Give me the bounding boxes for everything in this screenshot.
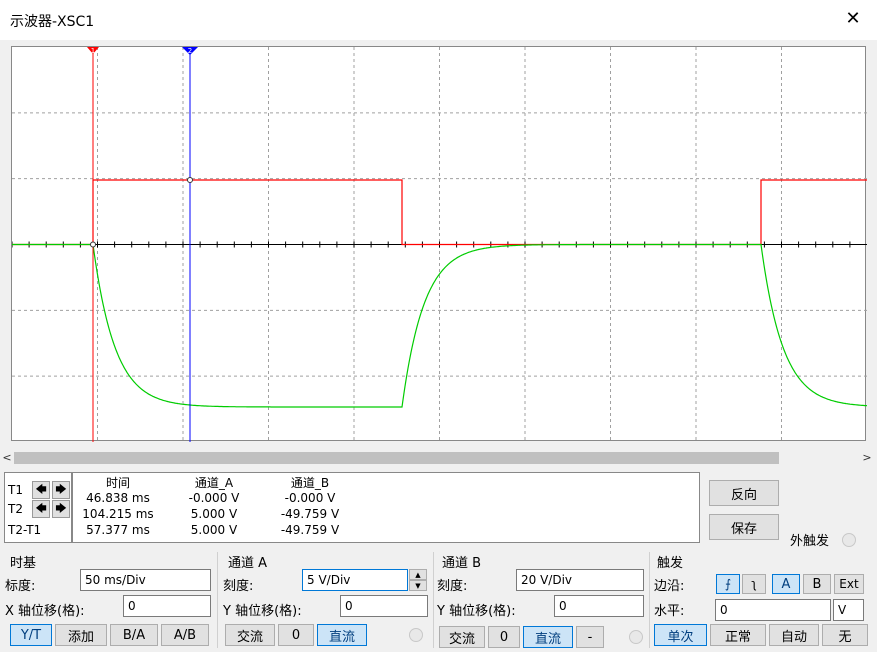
scroll-right-icon[interactable]: > xyxy=(860,450,874,466)
trigger-level-label: 水平: xyxy=(654,604,685,619)
channel-b-ac-button[interactable]: 交流 xyxy=(439,626,485,648)
t1-left-arrow-icon[interactable]: 🡄 xyxy=(32,481,50,499)
timebase-scale-label: 标度: xyxy=(5,579,36,594)
group-divider xyxy=(217,552,218,648)
channel-a-scale-up-icon[interactable]: ▲ xyxy=(409,569,427,580)
cursor-2-intersection xyxy=(187,177,193,183)
measurement-readout: 时间 通道_A 通道_B 46.838 ms -0.000 V -0.000 V… xyxy=(72,472,700,543)
cursor-1-label: 1 xyxy=(91,47,95,55)
channel-b-invert-button[interactable]: - xyxy=(576,626,604,648)
channel-b-dc-button[interactable]: 直流 xyxy=(523,626,573,648)
cursor-row-t1: T1 🡄 🡆 xyxy=(8,481,70,499)
channel-a-radio[interactable] xyxy=(409,628,423,642)
channel-b-group-label: 通道 B xyxy=(442,556,482,571)
trigger-normal-button[interactable]: 正常 xyxy=(710,624,766,646)
trigger-auto-button[interactable]: 自动 xyxy=(769,624,819,646)
readout-header-time: 时间 xyxy=(105,476,130,490)
trigger-rising-edge-icon[interactable]: ⨍ xyxy=(716,574,740,594)
mode-add-button[interactable]: 添加 xyxy=(55,624,107,646)
t2-left-arrow-icon[interactable]: 🡄 xyxy=(32,500,50,518)
group-divider xyxy=(433,552,434,648)
channel-b-ypos-field[interactable]: 0 xyxy=(554,595,644,617)
cursor-label: T2-T1 xyxy=(8,523,42,537)
cursor-row-t2-t1: T2-T1 xyxy=(8,521,41,539)
timebase-xpos-label: X 轴位移(格): xyxy=(5,604,85,619)
cursor-1-intersection xyxy=(90,241,96,248)
oscilloscope-screen[interactable]: 12 xyxy=(11,46,867,442)
scroll-left-icon[interactable]: < xyxy=(0,450,14,466)
trigger-source-ext-button[interactable]: Ext xyxy=(834,574,864,594)
channel-b-scale-label: 刻度: xyxy=(437,579,468,594)
channel-a-ac-button[interactable]: 交流 xyxy=(225,624,275,646)
channel-a-scale-down-icon[interactable]: ▼ xyxy=(409,580,427,591)
readout-cell: -49.759 V xyxy=(280,507,340,521)
timebase-xpos-field[interactable]: 0 xyxy=(123,595,211,617)
readout-cell: 5.000 V xyxy=(190,507,238,521)
readout-cell: 104.215 ms xyxy=(82,507,154,521)
ext-trigger-label: 外触发 xyxy=(790,534,830,549)
trigger-edge-label: 边沿: xyxy=(654,579,685,594)
mode-yt-button[interactable]: Y/T xyxy=(10,624,52,646)
readout-header-ch-b: 通道_B xyxy=(290,476,330,490)
channel-b-radio[interactable] xyxy=(629,630,643,644)
cursor-row-t2: T2 🡄 🡆 xyxy=(8,500,70,518)
close-icon[interactable]: ✕ xyxy=(843,8,863,30)
cursor-label: T2 xyxy=(8,502,23,516)
trigger-none-button[interactable]: 无 xyxy=(822,624,868,646)
t2-right-arrow-icon[interactable]: 🡆 xyxy=(52,500,70,518)
channel-a-group-label: 通道 A xyxy=(228,556,268,571)
readout-cell: 46.838 ms xyxy=(86,491,150,505)
readout-cell: 5.000 V xyxy=(190,523,238,537)
channel-b-scale-field[interactable]: 20 V/Div xyxy=(516,569,644,591)
channel-a-scale-label: 刻度: xyxy=(223,579,254,594)
mode-ab-button[interactable]: A/B xyxy=(161,624,209,646)
title-bar: 示波器-XSC1 ✕ xyxy=(0,0,877,40)
channel-a-scale-field[interactable]: 5 V/Div xyxy=(302,569,408,591)
scrollbar-thumb[interactable] xyxy=(14,452,779,464)
timebase-group-label: 时基 xyxy=(10,556,37,571)
reverse-button[interactable]: 反向 xyxy=(709,480,779,506)
channel-a-ypos-label: Y 轴位移(格): xyxy=(223,604,302,619)
readout-cell: -49.759 V xyxy=(280,523,340,537)
save-button[interactable]: 保存 xyxy=(709,514,779,540)
channel-b-ypos-label: Y 轴位移(格): xyxy=(437,604,516,619)
readout-cell: 57.377 ms xyxy=(86,523,150,537)
channel-a-dc-button[interactable]: 直流 xyxy=(317,624,367,646)
horizontal-scrollbar[interactable]: < > xyxy=(0,450,877,466)
cursor-label: T1 xyxy=(8,483,23,497)
waveform-display: 12 xyxy=(12,47,867,442)
trigger-group-label: 触发 xyxy=(657,556,684,571)
mode-ba-button[interactable]: B/A xyxy=(110,624,158,646)
t1-right-arrow-icon[interactable]: 🡆 xyxy=(52,481,70,499)
trigger-level-field[interactable]: 0 xyxy=(715,599,831,621)
readout-header-ch-a: 通道_A xyxy=(194,476,234,490)
window-title: 示波器-XSC1 xyxy=(10,14,95,30)
channel-b-ground-button[interactable]: 0 xyxy=(488,626,520,648)
ext-trigger-radio[interactable] xyxy=(842,533,856,547)
readout-cell: -0.000 V xyxy=(284,491,336,505)
timebase-scale-field[interactable]: 50 ms/Div xyxy=(80,569,211,591)
trigger-falling-edge-icon[interactable]: ʅ xyxy=(742,574,766,594)
channel-a-ypos-field[interactable]: 0 xyxy=(340,595,428,617)
trigger-source-b-button[interactable]: B xyxy=(803,574,831,594)
channel-a-ground-button[interactable]: 0 xyxy=(278,624,314,646)
trigger-level-unit[interactable]: V xyxy=(833,599,864,621)
trigger-single-button[interactable]: 单次 xyxy=(654,624,707,646)
group-divider xyxy=(649,552,650,648)
readout-cell: -0.000 V xyxy=(188,491,240,505)
trigger-source-a-button[interactable]: A xyxy=(772,574,800,594)
cursor-controls: T1 🡄 🡆 T2 🡄 🡆 T2-T1 xyxy=(4,472,72,543)
cursor-2-label: 2 xyxy=(188,47,192,55)
